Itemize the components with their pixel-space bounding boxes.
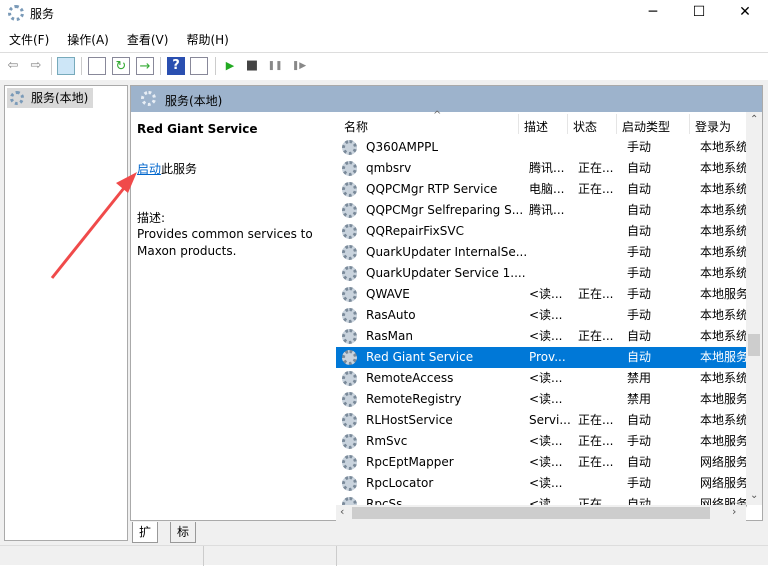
annotation-arrow <box>50 172 137 279</box>
